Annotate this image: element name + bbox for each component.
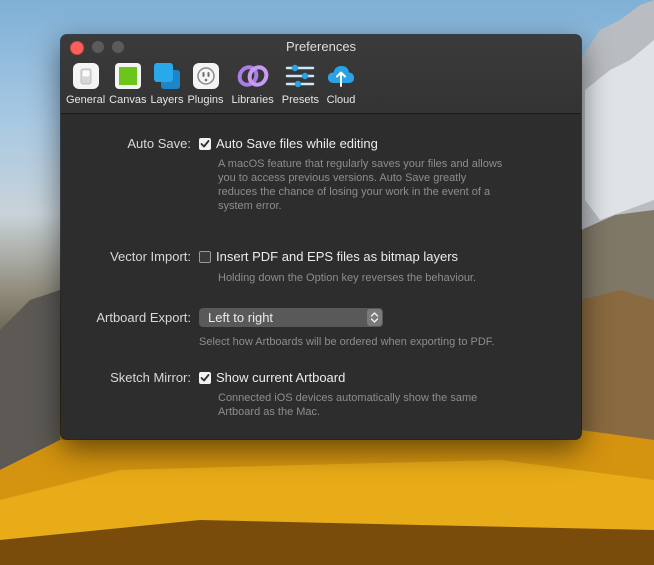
vector-import-description: Holding down the Option key reverses the…	[218, 272, 477, 284]
canvas-icon	[112, 60, 144, 92]
tab-plugins[interactable]: Plugins	[187, 60, 224, 106]
tab-libraries[interactable]: Libraries	[232, 60, 274, 106]
tab-cloud[interactable]: Cloud	[325, 60, 357, 106]
tab-label: Cloud	[326, 94, 356, 106]
presets-icon	[284, 60, 316, 92]
auto-save-description: A macOS feature that regularly saves you…	[218, 158, 503, 212]
sketch-mirror-checkbox[interactable]	[199, 371, 211, 384]
up-down-chevron-icon	[367, 309, 382, 326]
artboard-export-selected-value: Left to right	[208, 310, 274, 325]
plugins-icon	[190, 60, 222, 92]
vector-import-checkbox-label: Insert PDF and EPS files as bitmap layer…	[216, 249, 459, 264]
preferences-toolbar: General Canvas Layers Plugins Libraries …	[66, 60, 361, 106]
tab-label: General	[66, 94, 106, 106]
layers-icon	[151, 60, 183, 92]
auto-save-checkbox-control[interactable]: Auto Save files while editing	[199, 136, 378, 151]
tab-label: Plugins	[187, 94, 224, 106]
vector-import-checkbox[interactable]	[199, 250, 211, 263]
vector-import-label: Vector Import:	[110, 249, 191, 264]
tab-label: Layers	[150, 94, 184, 106]
artboard-export-label: Artboard Export:	[96, 310, 191, 325]
tab-layers[interactable]: Layers	[150, 60, 183, 106]
tab-presets[interactable]: Presets	[282, 60, 319, 106]
tab-label: Presets	[281, 94, 320, 106]
preferences-content: Auto Save: Auto Save files while editing…	[61, 114, 581, 439]
sketch-mirror-label: Sketch Mirror:	[110, 370, 191, 385]
vector-import-checkbox-control[interactable]: Insert PDF and EPS files as bitmap layer…	[199, 249, 458, 264]
titlebar: Preferences General Canvas Layers Plugin…	[61, 35, 581, 114]
artboard-export-select[interactable]: Left to right	[199, 308, 383, 327]
auto-save-label: Auto Save:	[127, 136, 191, 151]
preferences-window: Preferences General Canvas Layers Plugin…	[61, 35, 581, 439]
tab-general[interactable]: General	[66, 60, 105, 106]
general-switch-icon	[70, 60, 102, 92]
tab-canvas[interactable]: Canvas	[109, 60, 146, 106]
tab-label: Canvas	[109, 94, 147, 106]
auto-save-checkbox[interactable]	[199, 137, 211, 150]
libraries-icon	[237, 60, 269, 92]
sketch-mirror-checkbox-label: Show current Artboard	[216, 370, 346, 385]
sketch-mirror-checkbox-control[interactable]: Show current Artboard	[199, 370, 345, 385]
sketch-mirror-description: Connected iOS devices automatically show…	[218, 392, 478, 418]
artboard-export-description: Select how Artboards will be ordered whe…	[199, 336, 495, 348]
auto-save-checkbox-label: Auto Save files while editing	[216, 136, 378, 151]
cloud-icon	[325, 60, 357, 92]
tab-label: Libraries	[231, 94, 274, 106]
window-title: Preferences	[285, 39, 357, 54]
